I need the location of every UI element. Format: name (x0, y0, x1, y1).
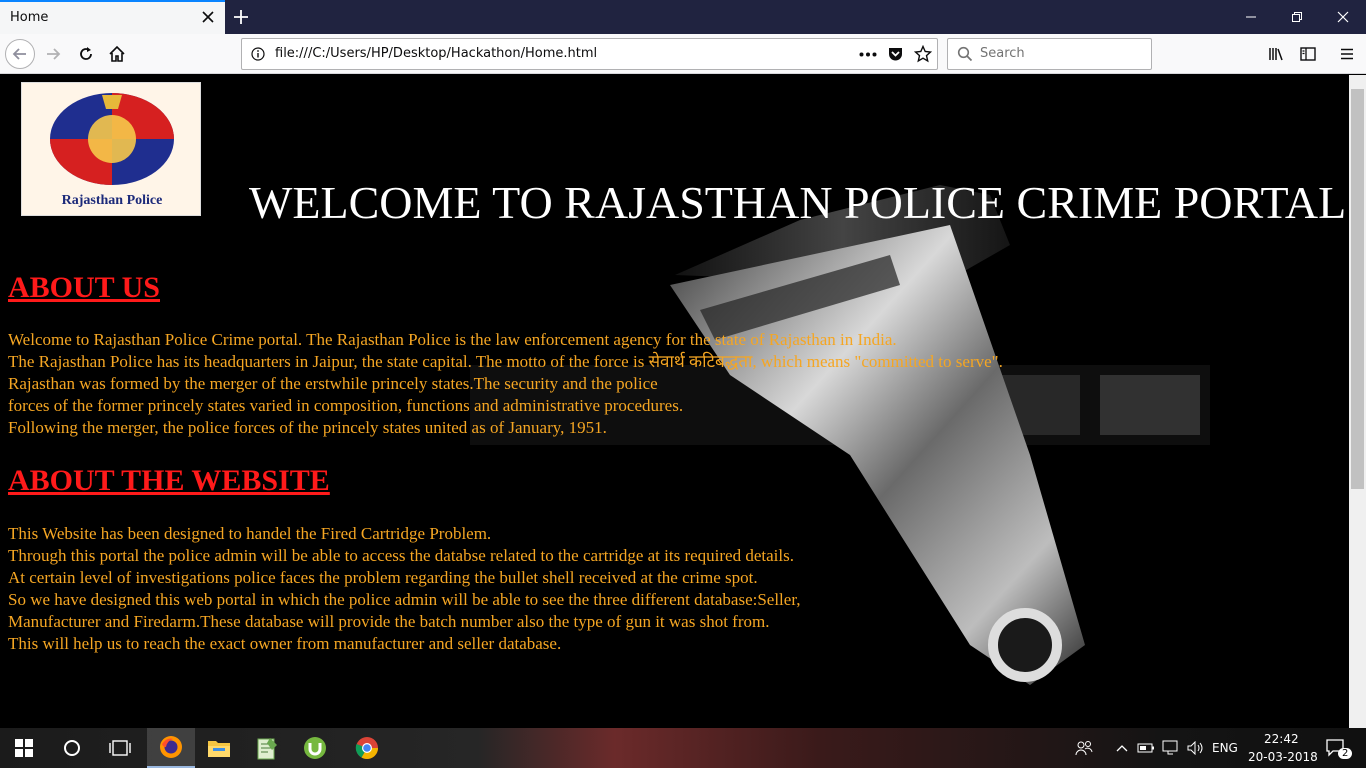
welcome-heading: WELCOME TO RAJASTHAN POLICE CRIME PORTAL (249, 177, 1347, 228)
arrow-left-icon (12, 48, 26, 60)
forward-button[interactable] (38, 39, 68, 69)
tab-strip: Home (0, 0, 1366, 34)
cortana-button[interactable] (48, 728, 96, 768)
clock-time: 22:42 (1264, 732, 1299, 746)
tab-home[interactable]: Home (0, 0, 225, 34)
hamburger-menu-icon (1341, 48, 1353, 60)
about-us-line: The Rajasthan Police has its headquarter… (8, 352, 1003, 371)
url-text[interactable]: file:///C:/Users/HP/Desktop/Hackathon/Ho… (275, 46, 597, 61)
about-us-line: forces of the former princely states var… (8, 396, 684, 415)
sidebar-button[interactable] (1293, 39, 1323, 69)
pocket-icon[interactable] (887, 46, 904, 63)
task-view-icon (109, 740, 131, 756)
reload-icon (80, 47, 92, 60)
minimize-icon (1246, 16, 1256, 18)
taskbar: ENG 22:42 20-03-2018 2 (0, 728, 1366, 768)
library-icon (1269, 48, 1283, 61)
new-tab-icon[interactable] (230, 6, 252, 28)
notification-count-badge: 2 (1338, 748, 1353, 759)
network-icon (1162, 740, 1178, 755)
minimize-button[interactable] (1228, 0, 1274, 34)
battery-icon (1137, 743, 1154, 753)
about-us-line: Welcome to Rajasthan Police Crime portal… (8, 330, 897, 349)
about-website-line: At certain level of investigations polic… (8, 568, 758, 587)
menu-button[interactable] (1332, 39, 1362, 69)
search-icon (957, 46, 973, 62)
folder-icon (208, 741, 230, 757)
about-us-text: Welcome to Rajasthan Police Crime portal… (8, 329, 1003, 439)
tab-title: Home (10, 10, 49, 25)
reload-button[interactable] (71, 39, 101, 69)
back-button[interactable] (5, 39, 35, 69)
logo-caption: Rajasthan Police (61, 193, 163, 208)
restore-button[interactable] (1274, 0, 1320, 34)
navigation-toolbar: file:///C:/Users/HP/Desktop/Hackathon/Ho… (0, 34, 1366, 74)
battery-button[interactable] (1134, 728, 1158, 768)
about-website-line: So we have designed this web portal in w… (8, 590, 801, 609)
about-us-line: Following the merger, the police forces … (8, 418, 607, 437)
about-website-line: Manufacturer and Firedarm.These database… (8, 612, 770, 631)
about-website-line: This will help us to reach the exact own… (8, 634, 562, 653)
home-button[interactable] (102, 39, 132, 69)
library-button[interactable] (1262, 39, 1292, 69)
file-explorer-taskbar-button[interactable] (195, 728, 243, 768)
vertical-scrollbar[interactable] (1349, 75, 1366, 728)
search-placeholder: Search (980, 46, 1025, 61)
address-bar[interactable]: file:///C:/Users/HP/Desktop/Hackathon/Ho… (241, 38, 938, 70)
arrow-right-icon (47, 48, 61, 60)
firefox-icon (160, 736, 182, 758)
close-icon (1337, 11, 1349, 23)
about-website-text: This Website has been designed to handel… (8, 523, 801, 655)
utorrent-icon (304, 737, 326, 759)
notepad-taskbar-button[interactable] (243, 728, 291, 768)
chrome-taskbar-button[interactable] (343, 728, 391, 768)
windows-logo-icon (15, 739, 33, 757)
clock[interactable]: 22:42 20-03-2018 (1244, 732, 1318, 766)
network-button[interactable] (1158, 728, 1184, 768)
about-website-line: Through this portal the police admin wil… (8, 546, 794, 565)
notepad-icon (257, 738, 277, 760)
action-center-button[interactable]: 2 (1316, 728, 1356, 768)
firefox-taskbar-button[interactable] (147, 728, 195, 768)
scrollbar-thumb[interactable] (1351, 89, 1364, 489)
about-website-heading: ABOUT THE WEBSITE (8, 464, 330, 497)
restore-icon (1292, 12, 1302, 22)
clock-date: 20-03-2018 (1248, 750, 1318, 764)
search-input[interactable]: Search (947, 38, 1152, 70)
volume-icon (1187, 741, 1203, 755)
about-us-line: Rajasthan was formed by the merger of th… (8, 374, 658, 393)
close-icon[interactable] (201, 10, 215, 24)
start-button[interactable] (0, 728, 48, 768)
home-icon (109, 45, 125, 62)
people-button[interactable] (1064, 728, 1104, 768)
show-hidden-icons-button[interactable] (1110, 728, 1134, 768)
police-emblem-icon (50, 93, 174, 185)
bookmark-star-icon[interactable] (914, 45, 932, 63)
language-indicator[interactable]: ENG (1212, 741, 1238, 755)
cortana-circle-icon (64, 740, 80, 756)
task-view-button[interactable] (96, 728, 144, 768)
rajasthan-police-logo: Rajasthan Police (21, 82, 201, 216)
info-icon[interactable] (251, 47, 265, 61)
about-website-line: This Website has been designed to handel… (8, 524, 492, 543)
close-window-button[interactable] (1320, 0, 1366, 34)
more-actions-icon[interactable] (859, 52, 877, 57)
utorrent-taskbar-button[interactable] (291, 728, 339, 768)
chrome-icon (355, 737, 378, 759)
about-us-heading: ABOUT US (8, 271, 160, 304)
volume-button[interactable] (1184, 728, 1208, 768)
sidebar-icon (1300, 47, 1316, 61)
people-icon (1075, 741, 1093, 756)
chevron-up-icon (1116, 745, 1128, 752)
page-viewport: Rajasthan Police WELCOME TO RAJASTHAN PO… (0, 75, 1349, 728)
